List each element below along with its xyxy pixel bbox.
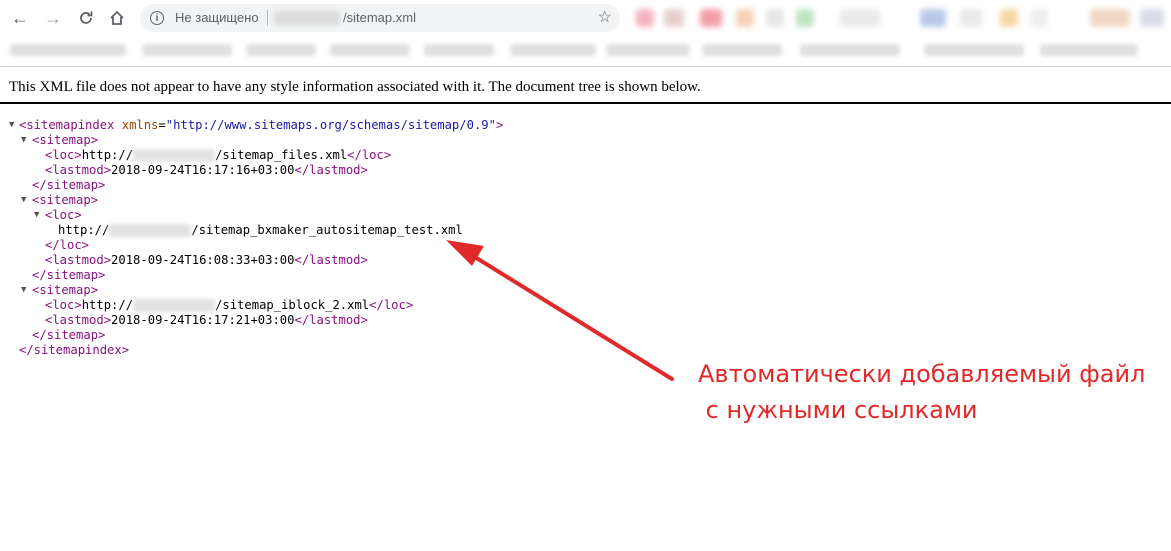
loc-open: <loc>: [45, 208, 82, 222]
url-path[interactable]: /sitemap.xml: [343, 10, 416, 25]
lastmod-line: <lastmod>2018-09-24T16:17:16+03:00</last…: [45, 163, 368, 177]
xml-root-close: </sitemapindex>: [19, 343, 130, 357]
chrome-border: [0, 66, 1171, 67]
bookmark-item[interactable]: [924, 44, 1024, 56]
bookmarks-bar: [0, 36, 1171, 64]
root-tag: <sitemapindex: [19, 118, 115, 132]
root-attr: xmlns: [121, 118, 159, 132]
sitemap-open: <sitemap>: [32, 283, 99, 297]
loc-path: /sitemap_files.xml: [215, 148, 348, 162]
annotation-line-1: Автоматически добавляемый файл: [698, 360, 1146, 388]
bookmark-item[interactable]: [1040, 44, 1138, 56]
loc-close: </loc>: [45, 238, 90, 252]
collapse-triangle-icon[interactable]: ▼: [34, 208, 39, 223]
redacted-domain: [133, 299, 216, 312]
extension-icon[interactable]: [920, 9, 946, 27]
sitemap-open: <sitemap>: [32, 193, 99, 207]
root-attr-value: "http://www.sitemaps.org/schemas/sitemap…: [165, 118, 496, 132]
bookmark-item[interactable]: [330, 44, 410, 56]
url-domain-blurred: [274, 11, 340, 25]
sitemap-close: </sitemap>: [32, 328, 106, 342]
bookmark-item[interactable]: [510, 44, 596, 56]
bookmark-item[interactable]: [246, 44, 316, 56]
xml-style-notice: This XML file does not appear to have an…: [9, 79, 701, 95]
back-arrow-icon[interactable]: ←: [8, 6, 32, 30]
bookmark-star-icon[interactable]: ☆: [598, 7, 612, 27]
annotation-line-2: с нужными ссылками: [698, 396, 978, 424]
security-label[interactable]: Не защищено: [175, 10, 259, 25]
notice-divider: [0, 102, 1171, 104]
extension-icon[interactable]: [1030, 9, 1048, 27]
address-bar[interactable]: i Не защищено /sitemap.xml ☆: [140, 4, 620, 32]
collapse-triangle-icon[interactable]: ▼: [9, 118, 14, 133]
bookmark-item[interactable]: [424, 44, 494, 56]
bookmark-item[interactable]: [10, 44, 126, 56]
redacted-domain: [109, 224, 192, 237]
collapse-triangle-icon[interactable]: ▼: [21, 193, 26, 208]
extension-icon[interactable]: [1000, 9, 1018, 27]
sitemap-close: </sitemap>: [32, 178, 106, 192]
redacted-domain: [133, 149, 216, 162]
extension-icon[interactable]: [796, 9, 814, 27]
bookmark-item[interactable]: [800, 44, 900, 56]
extension-icon[interactable]: [664, 9, 684, 27]
xml-root-open: <sitemapindex xmlns="http://www.sitemaps…: [19, 118, 504, 132]
loc-path: /sitemap_iblock_2.xml: [215, 298, 370, 312]
lastmod-value: 2018-09-24T16:17:16+03:00: [111, 163, 295, 177]
extension-icon[interactable]: [736, 9, 754, 27]
lastmod-line: <lastmod>2018-09-24T16:08:33+03:00</last…: [45, 253, 368, 267]
info-icon[interactable]: i: [150, 11, 164, 25]
extension-icon[interactable]: [766, 9, 784, 27]
loc-line: <loc>http:///sitemap_files.xml</loc>: [45, 148, 392, 162]
forward-arrow-icon[interactable]: →: [41, 6, 65, 30]
extension-icon[interactable]: [960, 9, 982, 27]
lastmod-value: 2018-09-24T16:17:21+03:00: [111, 313, 295, 327]
loc-value-line: http:///sitemap_bxmaker_autositemap_test…: [58, 223, 463, 237]
bookmark-item[interactable]: [606, 44, 690, 56]
collapse-triangle-icon[interactable]: ▼: [21, 133, 26, 148]
home-icon[interactable]: [105, 6, 129, 30]
extension-icon[interactable]: [1090, 9, 1130, 27]
loc-path: /sitemap_bxmaker_autositemap_test.xml: [191, 223, 463, 237]
browser-toolbar: ← → i Не защищено /sitemap.xml ☆: [0, 0, 1171, 36]
url-divider: [267, 10, 268, 26]
extension-icon[interactable]: [840, 9, 880, 27]
sitemap-open: <sitemap>: [32, 133, 99, 147]
lastmod-value: 2018-09-24T16:08:33+03:00: [111, 253, 295, 267]
extension-icon[interactable]: [700, 9, 722, 27]
loc-line: <loc>http:///sitemap_iblock_2.xml</loc>: [45, 298, 414, 312]
bookmark-item[interactable]: [142, 44, 232, 56]
collapse-triangle-icon[interactable]: ▼: [21, 283, 26, 298]
reload-icon[interactable]: [74, 6, 98, 30]
extension-icon[interactable]: [636, 9, 654, 27]
lastmod-line: <lastmod>2018-09-24T16:17:21+03:00</last…: [45, 313, 368, 327]
annotation-text: Автоматически добавляемый файл с нужными…: [698, 356, 1145, 428]
extension-icon[interactable]: [1140, 9, 1164, 27]
bookmark-item[interactable]: [702, 44, 782, 56]
sitemap-close: </sitemap>: [32, 268, 106, 282]
